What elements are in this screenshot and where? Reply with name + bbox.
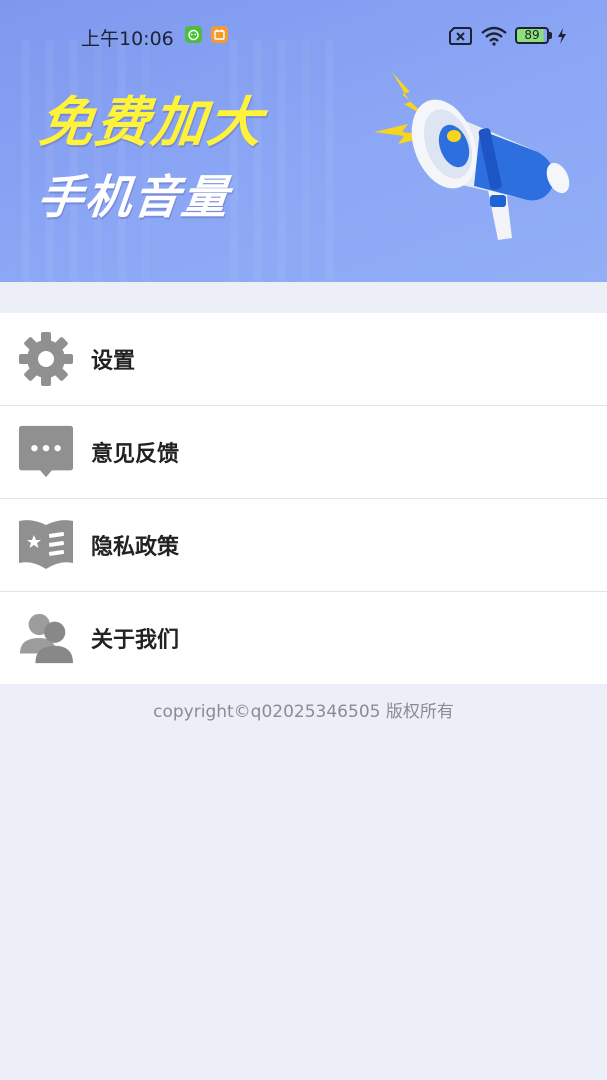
menu-item-feedback[interactable]: 意见反馈 [0,406,607,499]
menu-label-settings: 设置 [91,349,136,374]
calendar-app-icon [211,26,228,43]
banner-headline: 免费加大 [36,91,267,154]
gear-icon [18,331,74,387]
users-icon [18,610,74,666]
android-app-icon [185,26,202,43]
banner-subline: 手机音量 [34,170,233,224]
wifi-icon [481,26,507,46]
menu-label-privacy: 隐私政策 [91,535,180,560]
charging-icon [558,28,566,44]
menu-label-about: 关于我们 [91,628,180,653]
menu-item-settings[interactable]: 设置 [0,313,607,406]
copyright-text: copyright©q02025346505 版权所有 [153,702,454,722]
battery-icon: 89 [515,27,549,44]
status-time: 上午10:06 [81,28,174,50]
menu-label-feedback: 意见反馈 [91,442,180,467]
battery-tip [549,32,552,39]
chat-bubble-icon [18,424,74,480]
megaphone-icon [374,72,570,240]
menu-item-about[interactable]: 关于我们 [0,592,607,684]
settings-menu: 设置 意见反馈 隐私政策 关于我们 [0,313,607,684]
menu-item-privacy[interactable]: 隐私政策 [0,499,607,592]
battery-level: 89 [524,28,540,42]
policy-book-icon [18,517,74,573]
status-bar: 上午10:06 89 [0,0,607,72]
no-sim-icon [449,27,472,45]
